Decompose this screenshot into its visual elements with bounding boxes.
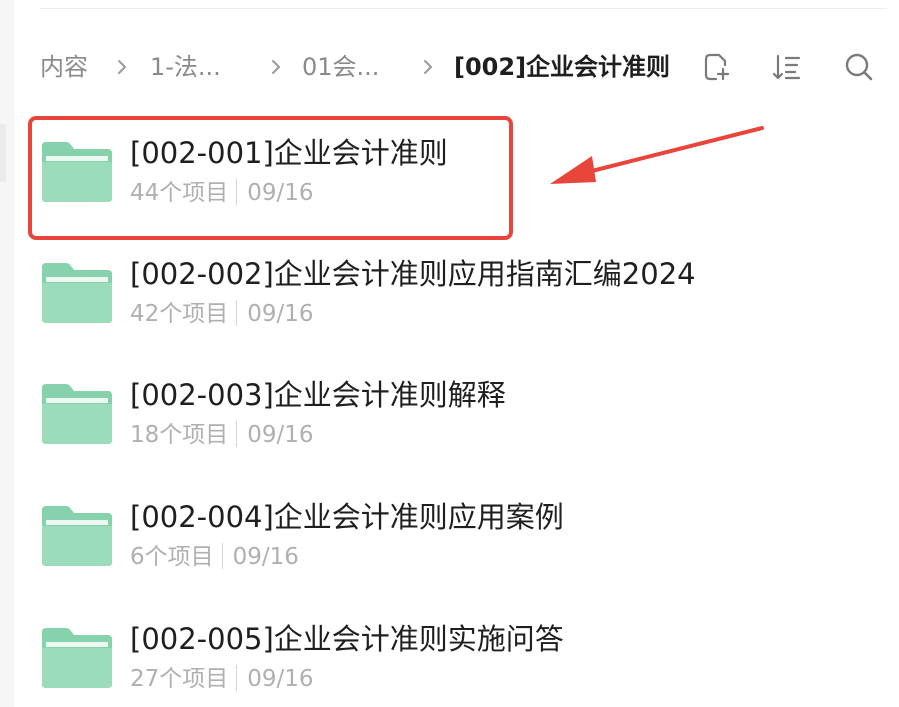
folder-item-count: 6个项目 xyxy=(130,544,214,570)
folder-icon xyxy=(42,628,112,688)
chevron-right-icon xyxy=(118,60,126,74)
folder-date: 09/16 xyxy=(247,422,314,448)
breadcrumb: 内容 1-法... 01会... [002]企业会计准则 xyxy=(40,44,880,88)
new-file-icon[interactable] xyxy=(700,50,734,84)
highlight-box xyxy=(28,116,513,240)
folder-item-count: 42个项目 xyxy=(130,301,229,327)
folder-meta: 27个项目 09/16 xyxy=(130,664,314,694)
folder-icon xyxy=(42,384,112,444)
folder-meta: 42个项目 09/16 xyxy=(130,299,314,329)
folder-icon xyxy=(42,506,112,566)
chevron-right-icon xyxy=(424,60,432,74)
folder-row[interactable]: [002-002]企业会计准则应用指南汇编2024 42个项目 09/16 xyxy=(36,235,886,335)
folder-name: [002-004]企业会计准则应用案例 xyxy=(130,500,564,534)
top-divider xyxy=(40,8,887,9)
folder-date: 09/16 xyxy=(232,544,299,570)
sidebar-active-marker xyxy=(0,124,6,182)
breadcrumb-item-content[interactable]: 内容 xyxy=(40,52,88,82)
red-arrow-annotation xyxy=(550,126,764,184)
folder-meta: 6个项目 09/16 xyxy=(130,542,299,572)
chevron-right-icon xyxy=(272,60,280,74)
breadcrumb-item-accounting[interactable]: 01会... xyxy=(302,52,379,82)
folder-name: [002-002]企业会计准则应用指南汇编2024 xyxy=(130,257,696,291)
folder-row[interactable]: [002-004]企业会计准则应用案例 6个项目 09/16 xyxy=(36,478,886,578)
folder-name: [002-005]企业会计准则实施问答 xyxy=(130,622,564,656)
meta-divider xyxy=(221,542,223,569)
folder-date: 09/16 xyxy=(247,301,314,327)
folder-date: 09/16 xyxy=(247,666,314,692)
folder-row[interactable]: [002-003]企业会计准则解释 18个项目 09/16 xyxy=(36,356,886,456)
folder-name: [002-003]企业会计准则解释 xyxy=(130,378,506,412)
folder-icon xyxy=(42,263,112,323)
search-icon[interactable] xyxy=(842,50,876,84)
sort-icon[interactable] xyxy=(770,50,804,84)
file-browser-page: 内容 1-法... 01会... [002]企业会计准则 [002-001]企业… xyxy=(0,0,899,707)
folder-item-count: 18个项目 xyxy=(130,422,229,448)
meta-divider xyxy=(236,664,238,691)
sidebar-edge xyxy=(0,0,14,707)
breadcrumb-item-law[interactable]: 1-法... xyxy=(150,52,221,82)
meta-divider xyxy=(236,420,238,447)
meta-divider xyxy=(236,299,238,326)
folder-meta: 18个项目 09/16 xyxy=(130,420,314,450)
breadcrumb-current: [002]企业会计准则 xyxy=(454,53,671,81)
folder-item-count: 27个项目 xyxy=(130,666,229,692)
folder-row[interactable]: [002-005]企业会计准则实施问答 27个项目 09/16 xyxy=(36,600,886,700)
